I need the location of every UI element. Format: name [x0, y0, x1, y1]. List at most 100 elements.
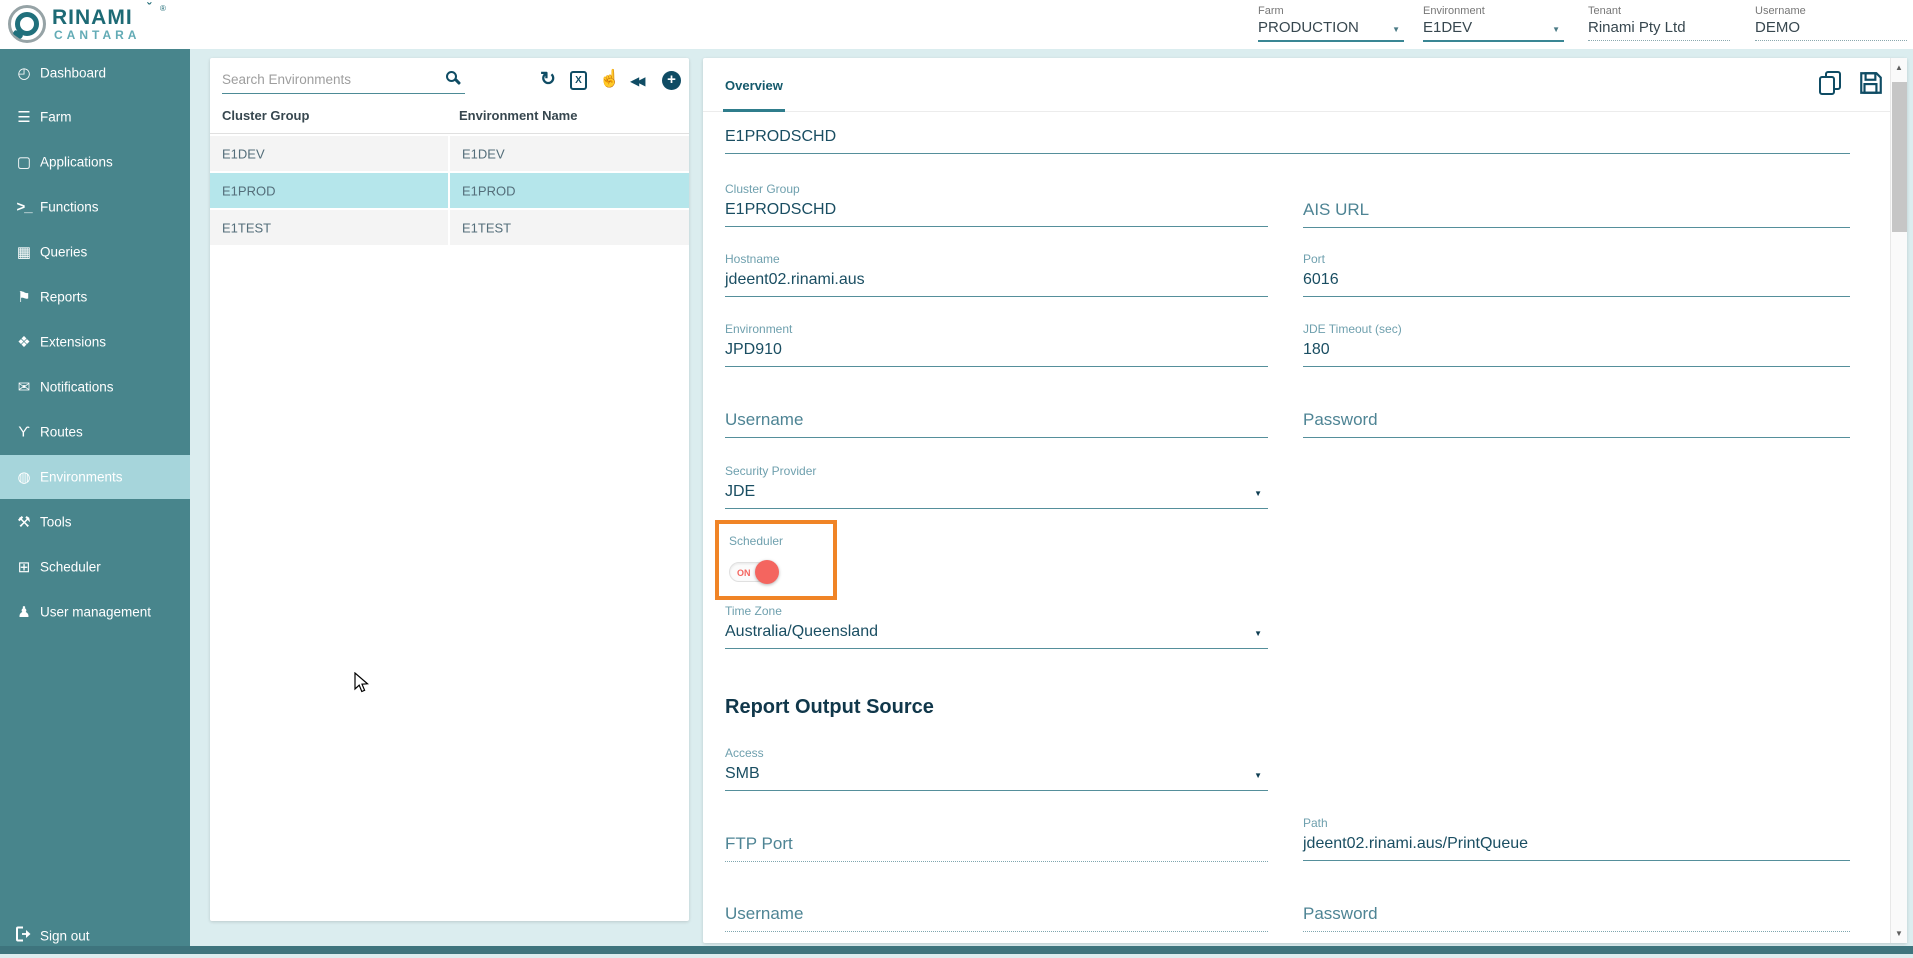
sidebar-item-label: Queries	[40, 245, 87, 260]
sidebar-item-farm[interactable]: ☰ Farm	[0, 95, 190, 139]
sidebar-item-applications[interactable]: ▢ Applications	[0, 140, 190, 184]
sidebar-item-functions[interactable]: >_ Functions	[0, 185, 190, 229]
environment-value[interactable]: E1DEV	[1423, 19, 1564, 42]
port-label: Port	[1303, 252, 1850, 266]
sidebar-item-label: Notifications	[40, 380, 114, 395]
environment-detail-panel: Overview E1PRODSCHD Cluster Group E1PROD…	[703, 58, 1907, 943]
jde-username-field[interactable]: Username	[725, 410, 1268, 438]
sidebar-item-routes[interactable]: ϒ Routes	[0, 410, 190, 454]
sidebar-item-label: Reports	[40, 290, 87, 305]
environment-value[interactable]: JPD910	[725, 341, 1268, 367]
tenant-label: Tenant	[1588, 5, 1730, 17]
cluster-group-label: Cluster Group	[725, 182, 1268, 196]
sidebar-item-dashboard[interactable]: ◴ Dashboard	[0, 51, 190, 95]
sidebar-item-environments[interactable]: ◍ Environments	[0, 455, 190, 499]
sidebar-item-extensions[interactable]: ❖ Extensions	[0, 320, 190, 364]
logo-primary-text: RINAMI	[52, 6, 133, 30]
scrollbar-thumb[interactable]	[1892, 82, 1907, 232]
sidebar-item-label: User management	[40, 605, 151, 620]
tab-overview[interactable]: Overview	[725, 78, 783, 93]
environments-list-panel: ↻ X ☝ ◀◀ + Cluster Group Environment Nam…	[210, 58, 689, 921]
sidebar-item-scheduler[interactable]: ⊞ Scheduler	[0, 545, 190, 589]
search-field-wrap	[222, 68, 465, 94]
save-icon[interactable]	[1858, 70, 1884, 101]
farm-value[interactable]: PRODUCTION	[1258, 19, 1404, 42]
sidebar-item-label: Tools	[40, 515, 72, 530]
ftp-port-field: FTP Port	[725, 834, 1268, 862]
hostname-value[interactable]: jdeent02.rinami.aus	[725, 271, 1268, 297]
sidebar-item-label: Environments	[40, 470, 123, 485]
ros-password-placeholder: Password	[1303, 904, 1850, 932]
vertical-scrollbar[interactable]: ▲ ▼	[1890, 58, 1907, 943]
jde-password-field[interactable]: Password	[1303, 410, 1850, 438]
path-field[interactable]: Path jdeent02.rinami.aus/PrintQueue	[1303, 816, 1850, 861]
security-provider-select[interactable]: Security Provider JDE	[725, 464, 1268, 509]
name-value[interactable]: E1PRODSCHD	[725, 128, 1850, 154]
terminal-icon: >_	[14, 199, 34, 216]
jde-timeout-value[interactable]: 180	[1303, 341, 1850, 367]
table-row[interactable]: E1DEV E1DEV	[210, 136, 689, 171]
time-zone-select[interactable]: Time Zone Australia/Queensland	[725, 604, 1268, 649]
farm-selector[interactable]: Farm PRODUCTION	[1258, 5, 1404, 42]
scheduler-label: Scheduler	[729, 534, 783, 548]
security-provider-label: Security Provider	[725, 464, 1268, 478]
cluster-group-field[interactable]: Cluster Group E1PRODSCHD	[725, 182, 1268, 227]
scheduler-highlight-box: Scheduler ON	[715, 520, 837, 600]
farm-label: Farm	[1258, 5, 1404, 17]
column-header-environment-name: Environment Name	[459, 108, 577, 123]
rewind-icon[interactable]: ◀◀	[630, 74, 642, 88]
username-readout: Username DEMO	[1755, 5, 1907, 41]
ftp-port-placeholder: FTP Port	[725, 834, 1268, 862]
globe-icon: ◍	[14, 468, 34, 486]
sign-out-label: Sign out	[40, 929, 90, 944]
tab-active-indicator	[723, 109, 785, 112]
add-environment-icon[interactable]: +	[662, 71, 681, 90]
duplicate-icon[interactable]	[1818, 70, 1842, 101]
sidebar-item-notifications[interactable]: ✉ Notifications	[0, 365, 190, 409]
scheduler-toggle[interactable]: ON	[729, 562, 777, 582]
access-value[interactable]: SMB	[725, 765, 1268, 791]
cluster-group-value[interactable]: E1PRODSCHD	[725, 201, 1268, 227]
toggle-knob[interactable]	[755, 560, 779, 584]
sidebar-item-label: Routes	[40, 425, 83, 440]
envelope-icon: ✉	[14, 378, 34, 396]
scroll-up-icon[interactable]: ▲	[1891, 63, 1907, 72]
table-grid-icon: ▦	[14, 243, 34, 261]
ais-url-field[interactable]: AIS URL	[1303, 200, 1850, 228]
sidebar-item-tools[interactable]: ⚒ Tools	[0, 500, 190, 544]
time-zone-value[interactable]: Australia/Queensland	[725, 623, 1268, 649]
top-header: RINAMI ˇ ® CANTARA Farm PRODUCTION Envir…	[0, 0, 1913, 49]
path-value[interactable]: jdeent02.rinami.aus/PrintQueue	[1303, 835, 1850, 861]
hand-pointer-icon[interactable]: ☝	[599, 69, 620, 89]
environment-label: Environment	[1423, 5, 1564, 17]
environment-selector[interactable]: Environment E1DEV	[1423, 5, 1564, 42]
security-provider-value[interactable]: JDE	[725, 483, 1268, 509]
sidebar-item-queries[interactable]: ▦ Queries	[0, 230, 190, 274]
table-row-selected[interactable]: E1PROD E1PROD	[210, 173, 689, 208]
jde-timeout-field[interactable]: JDE Timeout (sec) 180	[1303, 322, 1850, 367]
calendar-icon: ⊞	[14, 558, 34, 576]
excel-export-icon[interactable]: X	[570, 71, 587, 90]
search-input[interactable]	[222, 68, 437, 87]
jde-username-placeholder[interactable]: Username	[725, 410, 1268, 438]
name-field[interactable]: E1PRODSCHD	[725, 128, 1850, 154]
table-row[interactable]: E1TEST E1TEST	[210, 210, 689, 245]
scroll-down-icon[interactable]: ▼	[1891, 929, 1907, 938]
jde-password-placeholder[interactable]: Password	[1303, 410, 1850, 438]
sidebar-item-user-management[interactable]: ♟ User management	[0, 590, 190, 634]
ais-url-placeholder[interactable]: AIS URL	[1303, 200, 1850, 228]
ros-password-field: Password	[1303, 904, 1850, 932]
environment-field[interactable]: Environment JPD910	[725, 322, 1268, 367]
dashboard-gauge-icon: ◴	[14, 64, 34, 82]
sidebar-item-label: Extensions	[40, 335, 106, 350]
sidebar-item-label: Functions	[40, 200, 99, 215]
tab-bar: Overview	[703, 58, 1907, 112]
branch-icon: ϒ	[14, 424, 34, 441]
port-value[interactable]: 6016	[1303, 271, 1850, 297]
refresh-icon[interactable]: ↻	[540, 71, 556, 89]
ros-username-field: Username	[725, 904, 1268, 932]
sidebar-item-reports[interactable]: ⚑ Reports	[0, 275, 190, 319]
port-field[interactable]: Port 6016	[1303, 252, 1850, 297]
hostname-field[interactable]: Hostname jdeent02.rinami.aus	[725, 252, 1268, 297]
access-select[interactable]: Access SMB	[725, 746, 1268, 791]
